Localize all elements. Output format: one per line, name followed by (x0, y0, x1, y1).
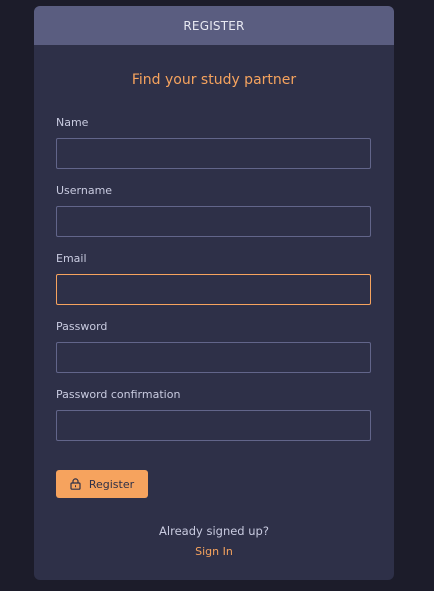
register-button[interactable]: Register (56, 470, 148, 498)
register-button-label: Register (88, 477, 135, 491)
password-label: Password (56, 320, 108, 333)
password-confirmation-input[interactable] (56, 410, 371, 441)
username-label: Username (56, 184, 113, 197)
sign-in-link[interactable]: Sign In (195, 543, 233, 561)
name-label: Name (56, 116, 89, 129)
password-input[interactable] (56, 342, 371, 373)
register-card: REGISTER Find your study partner Name Us… (34, 6, 394, 580)
lock-icon (70, 478, 81, 490)
email-label: Email (56, 252, 87, 265)
password-confirmation-label: Password confirmation (56, 388, 181, 401)
header-title: REGISTER (183, 18, 245, 33)
username-input[interactable] (56, 206, 371, 237)
register-form: Name Username Email Password Password co… (56, 115, 371, 455)
username-field-group: Username (56, 183, 371, 237)
email-field-group: Email (56, 251, 371, 305)
email-input[interactable] (56, 274, 371, 305)
footer: Already signed up? Sign In (34, 522, 394, 561)
password-field-group: Password (56, 319, 371, 373)
already-signed-up-text: Already signed up? (159, 524, 269, 538)
name-field-group: Name (56, 115, 371, 169)
card-header: REGISTER (34, 6, 394, 45)
name-input[interactable] (56, 138, 371, 169)
form-heading: Find your study partner (131, 72, 297, 88)
password-confirmation-field-group: Password confirmation (56, 387, 371, 441)
